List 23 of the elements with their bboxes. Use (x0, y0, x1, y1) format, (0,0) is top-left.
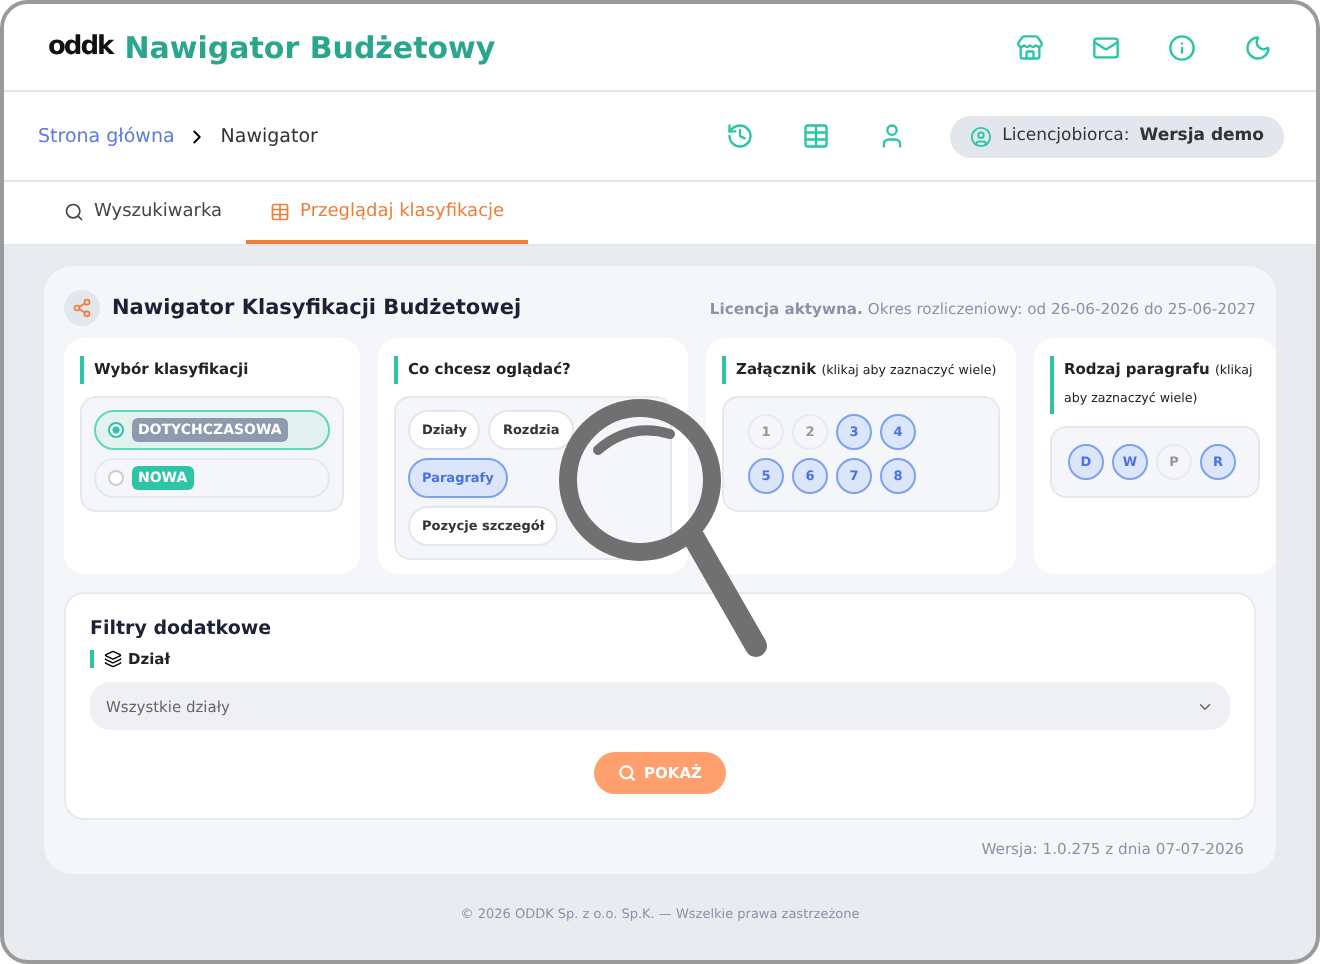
badge-label: Licencjobiorca: (1002, 126, 1130, 146)
filters-title: Filtry dodatkowe (90, 618, 274, 640)
mail-icon[interactable] (1092, 33, 1120, 61)
table-icon[interactable] (802, 122, 831, 150)
panel-title: Nawigator Klasyfikacji Budżetowej (112, 296, 522, 320)
info-icon[interactable] (1168, 33, 1196, 61)
search-icon (64, 201, 84, 221)
user-icon[interactable] (878, 122, 907, 150)
store-icon[interactable] (1016, 33, 1044, 61)
badge-value: Wersja demo (1139, 126, 1264, 146)
table-icon (270, 201, 291, 221)
tab[interactable]: Przeglądaj klasyfikacje (246, 182, 529, 244)
layers-icon (104, 650, 122, 668)
network-icon (64, 290, 100, 326)
moon-icon[interactable] (1244, 33, 1272, 61)
search-icon (618, 764, 637, 782)
app-title: Nawigator Budżetowy (124, 29, 496, 65)
history-icon[interactable] (726, 122, 755, 150)
user-icon (970, 125, 993, 147)
breadcrumb-item[interactable]: Strona główna (38, 125, 175, 147)
breadcrumb-item[interactable]: Nawigator (220, 125, 318, 147)
logo: oddk (48, 32, 113, 62)
tab[interactable]: Wyszukiwarka (40, 182, 247, 244)
